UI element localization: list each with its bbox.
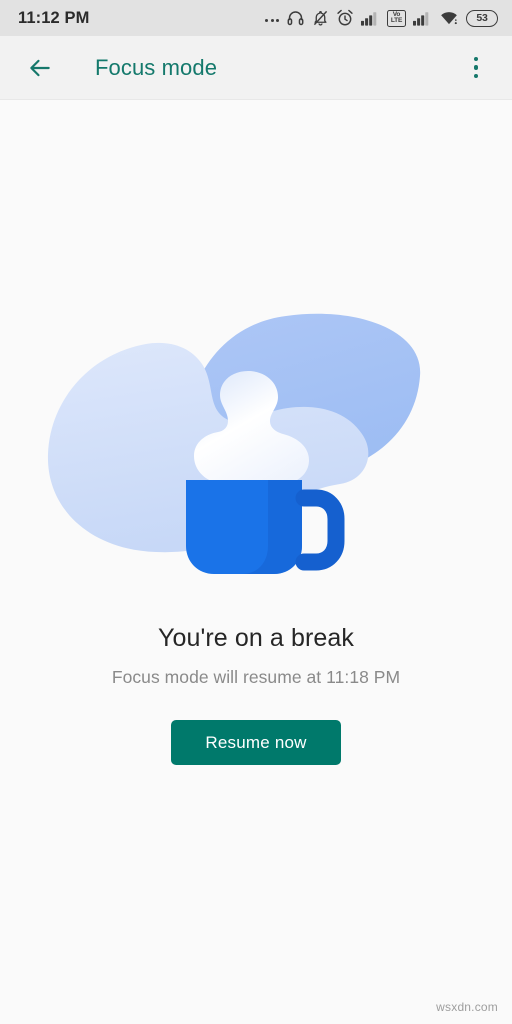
main-content: You're on a break Focus mode will resume…: [0, 100, 512, 1024]
alarm-clock-icon: [337, 9, 353, 26]
battery-level-label: 53: [476, 12, 488, 24]
wifi-icon: [441, 12, 457, 25]
status-bar-clock: 11:12 PM: [18, 8, 90, 27]
illustration-mug-handle: [295, 489, 345, 571]
signal-bars-sim2-icon: [413, 12, 429, 26]
resume-now-button[interactable]: Resume now: [171, 720, 341, 765]
headphones-icon: [287, 11, 304, 26]
overflow-menu-button[interactable]: [456, 48, 496, 88]
page-title: Focus mode: [95, 54, 218, 80]
more-vertical-icon-dot: [473, 56, 479, 62]
break-subline: Focus mode will resume at 11:18 PM: [111, 667, 401, 687]
break-headline: You're on a break: [158, 624, 354, 652]
more-notifications-dots-icon: [265, 10, 279, 26]
signal-bars-sim1-icon: [361, 12, 377, 26]
arrow-left-icon: [30, 59, 50, 76]
watermark: wsxdn.com: [436, 1000, 498, 1014]
volte-badge-icon: Vo LTE: [387, 9, 406, 27]
status-bar-icons: Vo LTE 53: [265, 9, 498, 27]
bell-muted-icon: [313, 10, 328, 26]
volte-bottom-label: LTE: [390, 17, 403, 24]
app-bar: Focus mode: [0, 36, 512, 100]
battery-icon: 53: [466, 9, 498, 27]
coffee-mug-break-illustration: [46, 308, 466, 586]
status-bar: 11:12 PM Vo LTE 53: [0, 0, 512, 36]
back-button[interactable]: [20, 48, 60, 88]
more-vertical-icon-dot: [473, 73, 479, 79]
more-vertical-icon-dot: [473, 65, 479, 70]
